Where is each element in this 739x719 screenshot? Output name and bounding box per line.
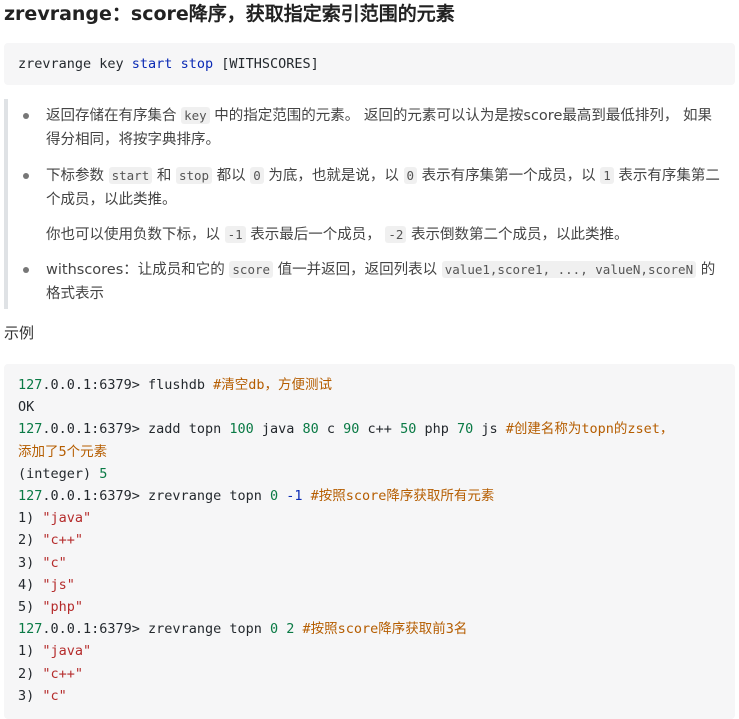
result-line: 2) "c++" [18, 529, 721, 551]
inline-code: -2 [385, 226, 407, 243]
inline-code: value1,score1, ..., valueN,scoreN [441, 261, 697, 278]
index: 5) [18, 599, 43, 616]
string: "c" [42, 554, 67, 571]
inline-code: key [181, 107, 210, 124]
list-item: 返回存储在有序集合 key 中的指定范围的元素。 返回的元素可以认为是按scor… [23, 104, 726, 152]
text: 下标参数 [46, 168, 109, 184]
result-line: 1) "java" [18, 507, 721, 529]
index: 3) [18, 554, 43, 571]
inline-code: 0 [403, 167, 418, 184]
text: php [416, 421, 457, 438]
syntax-command: zrevrange key [18, 56, 132, 72]
text: 和 [152, 168, 176, 184]
result-line: 4) "js" [18, 574, 721, 596]
number: 127 [18, 621, 43, 638]
result-line: 1) "java" [18, 640, 721, 662]
syntax-space [172, 56, 180, 72]
number: 80 [302, 421, 319, 438]
bullet-icon [23, 173, 29, 179]
text: 值一并返回，返回列表以 [273, 262, 442, 278]
number: 90 [343, 421, 360, 438]
number: 127 [18, 377, 43, 393]
inline-code: score [229, 261, 274, 278]
number: 0 [269, 621, 279, 638]
text [303, 488, 311, 504]
syntax-param-stop: stop [180, 56, 214, 72]
prompt: .0.0.1:6379> zrevrange topn [42, 621, 270, 638]
text: 表示倒数第二个成员，以此类推。 [406, 227, 629, 243]
text: 为底，也就是说，以 [263, 168, 404, 184]
string: "js" [42, 576, 75, 593]
prompt: .0.0.1:6379> zrevrange topn [42, 488, 270, 505]
index: 3) [18, 687, 43, 704]
code-line: 127.0.0.1:6379> zrevrange topn 0 2 #按照sc… [18, 618, 721, 640]
document-page: zrevrange：score降序，获取指定索引范围的元素 zrevrange … [0, 0, 739, 719]
index: 1) [18, 510, 43, 527]
number: 0 [269, 488, 279, 505]
comment: #清空db，方便测试 [213, 377, 332, 393]
string: "java" [42, 510, 92, 527]
text: js [473, 421, 506, 438]
number: 100 [229, 421, 254, 438]
text: 你也可以使用负数下标，以 [46, 227, 225, 243]
result-line: 5) "php" [18, 596, 721, 618]
text: 表示有序集第一个成员，以 [417, 168, 601, 184]
text [294, 621, 302, 637]
string: "php" [42, 599, 84, 616]
list-item-continuation: 你也可以使用负数下标，以 -1 表示最后一个成员， -2 表示倒数第二个成员，以… [46, 223, 726, 247]
string: "c" [42, 687, 67, 704]
list-item: 下标参数 start 和 stop 都以 0 为底，也就是说，以 0 表示有序集… [23, 164, 726, 212]
index: 4) [18, 576, 43, 593]
text: java [253, 421, 303, 438]
inline-code: stop [175, 167, 213, 184]
result-line: 3) "c" [18, 552, 721, 574]
syntax-param-start: start [131, 56, 173, 72]
inline-code: start [108, 167, 153, 184]
text: 都以 [212, 168, 251, 184]
bullet-icon [23, 267, 29, 273]
code-line: (integer) 5 [18, 463, 721, 485]
inline-code: 1 [600, 167, 614, 184]
text: 返回存储在有序集合 [46, 108, 182, 124]
prompt: .0.0.1:6379> zadd topn [42, 421, 230, 438]
number: 70 [456, 421, 474, 438]
code-line: 127.0.0.1:6379> flushdb #清空db，方便测试 [18, 374, 721, 396]
index: 1) [18, 643, 43, 660]
number: 127 [18, 488, 43, 505]
inline-code: -1 [224, 226, 246, 243]
text: c [318, 421, 344, 438]
number: 50 [400, 421, 417, 438]
code-line: 127.0.0.1:6379> zrevrange topn 0 -1 #按照s… [18, 485, 721, 507]
code-line: 127.0.0.1:6379> zadd topn 100 java 80 c … [18, 418, 721, 440]
string: "c++" [42, 532, 84, 549]
text: c++ [359, 421, 401, 438]
string: "java" [42, 643, 92, 660]
example-code-block: 127.0.0.1:6379> flushdb #清空db，方便测试 OK 12… [4, 364, 735, 719]
code-line: 添加了5个元素 [18, 443, 108, 460]
bullet-icon [23, 113, 29, 119]
string: "c++" [42, 665, 84, 682]
comment: #按照score降序获取所有元素 [310, 488, 495, 505]
inline-code: 0 [250, 167, 264, 184]
syntax-option: [WITHSCORES] [213, 56, 319, 72]
result-line: 3) "c" [18, 685, 721, 707]
number: 127 [18, 421, 43, 438]
text: withscores：让成员和它的 [46, 262, 230, 278]
comment: #按照score降序获取前3名 [302, 621, 468, 638]
index: 2) [18, 532, 43, 549]
result-line: 2) "c++" [18, 663, 721, 685]
number: -1 [286, 488, 303, 505]
text: 表示最后一个成员， [245, 227, 386, 243]
index: 2) [18, 665, 43, 682]
description-blockquote: 返回存储在有序集合 key 中的指定范围的元素。 返回的元素可以认为是按scor… [4, 99, 735, 309]
section-title: zrevrange：score降序，获取指定索引范围的元素 [4, 3, 455, 25]
text: (integer) [18, 465, 100, 482]
syntax-code-block: zrevrange key start stop [WITHSCORES] [4, 43, 735, 85]
comment: #创建名称为topn的zset， [505, 421, 674, 438]
prompt: .0.0.1:6379> flushdb [42, 377, 214, 393]
example-label: 示例 [4, 324, 35, 342]
list-item: withscores：让成员和它的 score 值一并返回，返回列表以 valu… [23, 258, 726, 306]
code-line: OK [18, 399, 35, 416]
number: 5 [99, 465, 108, 482]
